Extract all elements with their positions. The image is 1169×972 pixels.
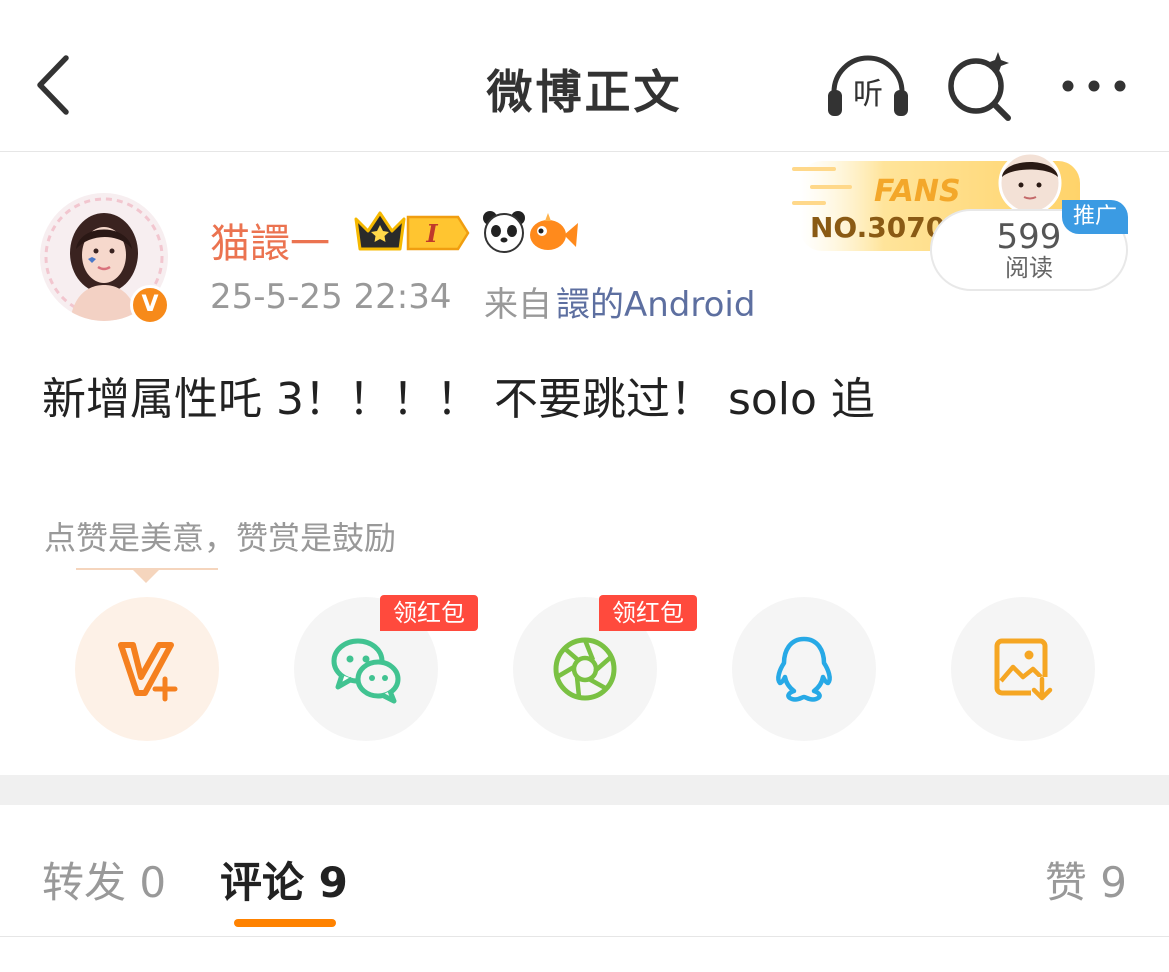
section-divider [0, 775, 1169, 805]
moments-icon [553, 637, 617, 701]
panda-icon [483, 211, 525, 253]
post-from-label: 来自 [484, 285, 552, 325]
user-avatar[interactable]: V [40, 193, 170, 325]
red-packet-tag: 领红包 [599, 595, 697, 631]
share-moments-button[interactable]: 领红包 [513, 595, 697, 741]
search-button[interactable] [944, 50, 1016, 122]
tab-like[interactable]: 赞 9 [1045, 849, 1127, 910]
search-sparkle-icon [948, 52, 1011, 121]
share-wechat-button[interactable]: 领红包 [294, 595, 478, 741]
username[interactable]: 猫譞一 [210, 211, 330, 269]
tab-comment[interactable]: 评论 9 [220, 849, 348, 910]
red-packet-tag: 领红包 [380, 595, 478, 631]
active-tab-indicator [234, 919, 336, 927]
more-button[interactable] [1058, 62, 1130, 110]
headphones-icon: 听 [828, 55, 908, 116]
more-dots-icon [1062, 80, 1126, 92]
wechat-icon [331, 638, 401, 704]
verified-v-icon: V [130, 285, 170, 325]
fish-icon [530, 213, 578, 250]
promoted-tag: 推广 [1062, 200, 1128, 234]
save-image-button[interactable] [951, 597, 1095, 741]
svg-text:听: 听 [853, 77, 883, 112]
listen-button[interactable]: 听 [824, 52, 912, 120]
reward-v-plus-icon [118, 642, 178, 702]
post-time: 25-5-25 22:34 [210, 277, 452, 317]
qq-icon [776, 636, 832, 702]
tab-repost[interactable]: 转发 0 [42, 849, 166, 910]
post-content: 新增属性吒 3！！！！ 不要跳过！ solo 追 [42, 374, 875, 425]
interaction-tabs: 转发 0 评论 9 赞 9 [0, 805, 1169, 937]
post-source-link[interactable]: 譞的Android [556, 277, 755, 326]
top-nav-bar: 微博正文 听 [0, 0, 1169, 152]
svg-text:FANS: FANS [874, 174, 961, 209]
save-image-icon [994, 638, 1053, 701]
level-badge: I [406, 215, 470, 251]
user-badges: I [352, 209, 582, 255]
share-qq-button[interactable] [732, 597, 876, 741]
reward-hint-text: 点赞是美意，赞赏是鼓励 [44, 519, 397, 557]
hint-pointer [132, 569, 160, 583]
reward-button[interactable] [75, 597, 219, 741]
fans-avatar [998, 151, 1062, 215]
read-label: 阅读 [1005, 254, 1053, 282]
post-card: V 猫譞一 I 25-5-25 22:34 来自 譞的Android FANS … [0, 151, 1169, 775]
svg-text:I: I [425, 219, 438, 248]
crown-icon [354, 211, 406, 251]
